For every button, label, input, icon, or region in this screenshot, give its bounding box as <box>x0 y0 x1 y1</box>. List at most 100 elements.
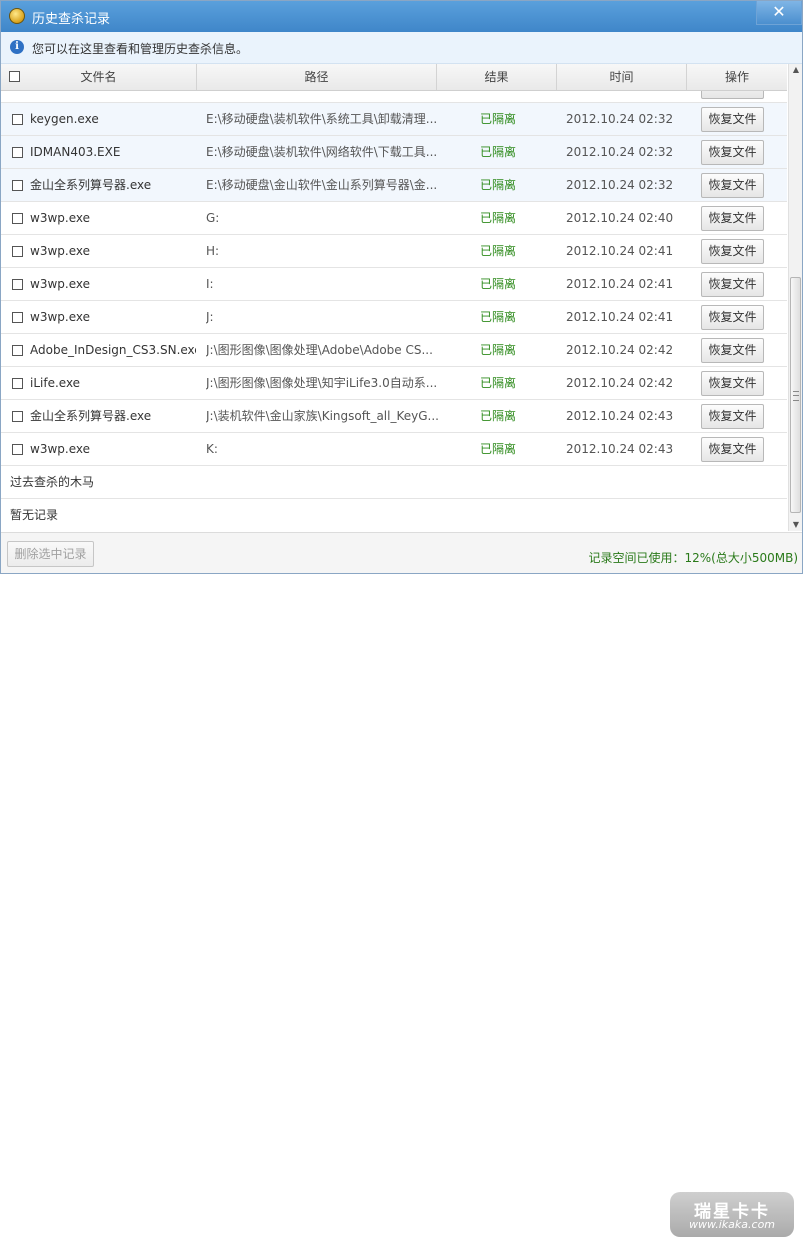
scan-result: 已隔离 <box>480 244 517 258</box>
table-row[interactable]: w3wp.exe H: 已隔离 2012.10.24 02:41 恢复文件 <box>1 235 787 268</box>
restore-file-button[interactable]: 恢复文件 <box>701 338 764 363</box>
table-row[interactable]: IDMAN403.EXE E:\移动硬盘\装机软件\网络软件\下载工具... 已隔离… <box>1 136 787 169</box>
title-bar: 历史查杀记录 ✕ <box>1 1 802 32</box>
header-path-column[interactable]: 路径 <box>197 64 437 90</box>
scroll-thumb[interactable] <box>790 277 801 513</box>
table-row[interactable]: Adobe_InDesign_CS3.SN.exe J:\图形图像\图像处理\Ad… <box>1 334 787 367</box>
file-path: K: <box>206 442 218 456</box>
file-path: H: <box>206 244 220 258</box>
file-path: E:\移动硬盘\装机软件\网络软件\下载工具... <box>206 145 438 159</box>
row-checkbox[interactable] <box>12 279 23 290</box>
row-checkbox[interactable] <box>12 444 23 455</box>
table-row[interactable]: keygen.exe E:\移动硬盘\装机软件\系统工具\卸载清理... 已隔离 20… <box>1 103 787 136</box>
restore-file-button[interactable]: 恢复文件 <box>701 140 764 165</box>
table-row[interactable]: w3wp.exe J: 已隔离 2012.10.24 02:41 恢复文件 <box>1 301 787 334</box>
scroll-up-arrow-icon[interactable]: ▲ <box>789 64 802 76</box>
section-past-trojans: 过去查杀的木马 <box>1 466 787 499</box>
storage-usage-text: 记录空间已使用：12%(总大小500MB) <box>588 551 798 565</box>
scan-time: 2012.10.24 02:32 <box>566 145 674 159</box>
row-checkbox[interactable] <box>12 147 23 158</box>
table-row[interactable]: w3wp.exe G: 已隔离 2012.10.24 02:40 恢复文件 <box>1 202 787 235</box>
scan-time: 2012.10.24 02:41 <box>566 310 674 324</box>
restore-file-button[interactable]: 恢复文件 <box>701 206 764 231</box>
restore-file-button[interactable]: 恢复文件 <box>701 305 764 330</box>
file-name: w3wp.exe <box>30 442 90 456</box>
restore-file-button[interactable]: 恢复文件 <box>701 173 764 198</box>
vertical-scrollbar[interactable]: ▲ ▼ <box>788 64 802 531</box>
file-name: 金山全系列算号器.exe <box>30 409 152 423</box>
scan-time: 2012.10.24 02:43 <box>566 409 674 423</box>
restore-file-button[interactable]: 恢复文件 <box>701 404 764 429</box>
restore-file-button[interactable]: 恢复文件 <box>701 371 764 396</box>
header-action-column: 操作 <box>724 70 749 84</box>
row-checkbox[interactable] <box>12 180 23 191</box>
grip-icon <box>793 391 799 401</box>
row-checkbox[interactable] <box>12 213 23 224</box>
row-checkbox[interactable] <box>12 411 23 422</box>
table-row[interactable]: 金山全系列算号器.exe E:\移动硬盘\金山软件\金山系列算号器\金... 已隔离… <box>1 169 787 202</box>
scan-time: 2012.10.24 02:32 <box>566 112 674 126</box>
select-all-checkbox[interactable] <box>9 71 20 82</box>
delete-selected-button[interactable]: 删除选中记录 <box>7 541 94 567</box>
scan-result: 已隔离 <box>480 409 517 423</box>
scan-time: 2012.10.24 02:32 <box>566 178 674 192</box>
file-path: E:\移动硬盘\金山软件\金山系列算号器\金... <box>206 178 438 192</box>
scan-time: 2012.10.24 02:43 <box>566 442 674 456</box>
scan-time: 2012.10.24 02:40 <box>566 211 674 225</box>
info-icon: i <box>10 40 24 54</box>
file-path: J:\装机软件\金山家族\Kingsoft_all_KeyG... <box>206 409 438 423</box>
row-checkbox[interactable] <box>12 378 23 389</box>
header-result-column[interactable]: 结果 <box>437 64 557 90</box>
header-name-column[interactable]: 文件名 <box>1 64 197 90</box>
file-path: I: <box>206 277 214 291</box>
footer-bar: 删除选中记录 记录空间已使用：12%(总大小500MB) <box>1 532 802 573</box>
scan-result: 已隔离 <box>480 310 517 324</box>
row-checkbox[interactable] <box>12 312 23 323</box>
restore-button-partial[interactable] <box>701 91 764 99</box>
scan-result: 已隔离 <box>480 442 517 456</box>
file-name: Adobe_InDesign_CS3.SN.exe <box>30 343 196 357</box>
watermark-url: www.ikaka.com <box>688 1218 776 1231</box>
file-name: w3wp.exe <box>30 277 90 291</box>
restore-file-button[interactable]: 恢复文件 <box>701 107 764 132</box>
section-label: 过去查杀的木马 <box>10 475 95 489</box>
restore-file-button[interactable]: 恢复文件 <box>701 437 764 462</box>
watermark-logo: 瑞星卡卡 www.ikaka.com <box>670 1192 794 1237</box>
row-checkbox[interactable] <box>12 246 23 257</box>
restore-file-button[interactable]: 恢复文件 <box>701 239 764 264</box>
empty-records-row: 暂无记录 <box>1 499 787 531</box>
scan-result: 已隔离 <box>480 112 517 126</box>
file-name: w3wp.exe <box>30 310 90 324</box>
table-row[interactable]: w3wp.exe I: 已隔离 2012.10.24 02:41 恢复文件 <box>1 268 787 301</box>
header-time-column[interactable]: 时间 <box>557 64 687 90</box>
file-name: w3wp.exe <box>30 244 90 258</box>
file-name: IDMAN403.EXE <box>30 145 121 159</box>
table-row[interactable]: w3wp.exe K: 已隔离 2012.10.24 02:43 恢复文件 <box>1 433 787 466</box>
table-row[interactable]: 金山全系列算号器.exe J:\装机软件\金山家族\Kingsoft_all_Ke… <box>1 400 787 433</box>
row-checkbox[interactable] <box>12 345 23 356</box>
close-button[interactable]: ✕ <box>756 1 802 25</box>
scan-result: 已隔离 <box>480 178 517 192</box>
scan-result: 已隔离 <box>480 343 517 357</box>
restore-file-button[interactable]: 恢复文件 <box>701 272 764 297</box>
file-path: J:\图形图像\图像处理\Adobe\Adobe CS... <box>206 343 433 357</box>
file-path: J:\图形图像\图像处理\知宇iLife3.0自动系... <box>206 376 438 390</box>
file-name: w3wp.exe <box>30 211 90 225</box>
row-checkbox[interactable] <box>12 114 23 125</box>
scroll-down-arrow-icon[interactable]: ▼ <box>789 519 802 531</box>
file-name: keygen.exe <box>30 112 99 126</box>
file-path: J: <box>206 310 214 324</box>
scan-time: 2012.10.24 02:41 <box>566 244 674 258</box>
table-body: keygen.exe E:\移动硬盘\装机软件\系统工具\卸载清理... 已隔离 20… <box>1 91 787 531</box>
app-logo-icon <box>9 8 25 24</box>
header-name-label: 文件名 <box>80 70 117 84</box>
table-row[interactable]: iLife.exe J:\图形图像\图像处理\知宇iLife3.0自动系... 已隔… <box>1 367 787 400</box>
window-title: 历史查杀记录 <box>32 12 111 27</box>
scan-time: 2012.10.24 02:42 <box>566 343 674 357</box>
table-row-partial <box>1 91 787 103</box>
history-window: 历史查杀记录 ✕ i 您可以在这里查看和管理历史查杀信息。 文件名 路径 结果 … <box>0 0 803 574</box>
scan-result: 已隔离 <box>480 277 517 291</box>
scan-result: 已隔离 <box>480 376 517 390</box>
scan-result: 已隔离 <box>480 211 517 225</box>
scan-time: 2012.10.24 02:42 <box>566 376 674 390</box>
